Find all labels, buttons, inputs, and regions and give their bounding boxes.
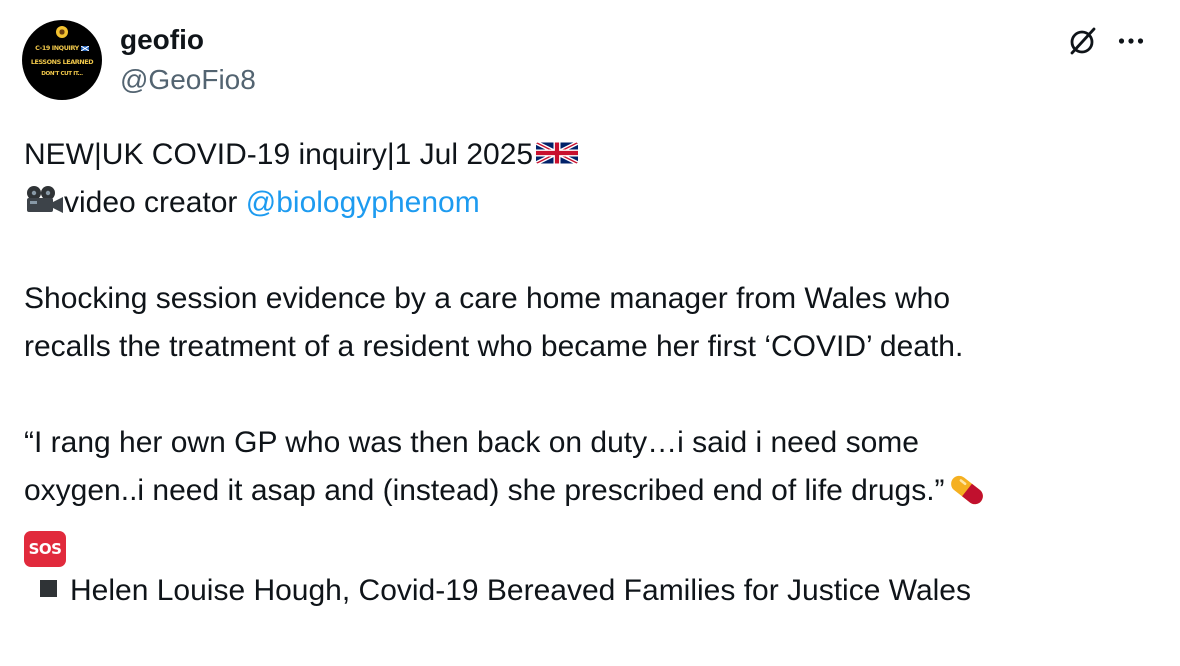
avatar-text-line: DON'T CUT IT... (41, 71, 83, 77)
post-line: recalls the treatment of a resident who … (24, 330, 964, 363)
post-line: Shocking session evidence by a care home… (24, 282, 951, 315)
mention-link[interactable]: @biologyphenom (246, 186, 480, 219)
sos-button-emoji: SOS (24, 531, 66, 567)
pill-emoji (950, 475, 983, 505)
user-handle[interactable]: @GeoFio8 (120, 62, 256, 98)
post-text-segment: Helen Louise Hough, Covid-19 Bereaved Fa… (70, 574, 971, 607)
movie-camera-emoji (27, 186, 63, 213)
more-options-button[interactable] (1114, 26, 1148, 56)
avatar-text-line: LESSONS LEARNED (30, 58, 94, 66)
avatar[interactable]: C-19 INQUIRY LESSONS LEARNED DON'T CUT I… (22, 20, 102, 100)
scotland-flag-icon (80, 45, 89, 51)
post-text-segment: oxygen..i need it asap and (instead) she… (24, 474, 945, 507)
post-line: Helen Louise Hough, Covid-19 Bereaved Fa… (24, 567, 1164, 615)
post-line: oxygen..i need it asap and (instead) she… (24, 467, 1164, 515)
uk-flag-emoji (536, 142, 579, 164)
post-line: video creator @biologyphenom (24, 179, 1164, 227)
display-name[interactable]: geofio (120, 22, 204, 58)
black-square-bullet-icon (40, 580, 57, 597)
grok-button[interactable] (1066, 24, 1100, 58)
post-line: NEW|UK COVID-19 inquiry|1 Jul 2025 (24, 131, 1164, 179)
post-line: SOS (24, 515, 1164, 567)
post-line: “I rang her own GP who was then back on … (24, 426, 919, 459)
sunflower-icon (56, 26, 68, 38)
post-headline: NEW|UK COVID-19 inquiry|1 Jul 2025 (24, 138, 534, 171)
grok-slash-circle-icon (1070, 27, 1096, 55)
post-text: NEW|UK COVID-19 inquiry|1 Jul 2025 video… (24, 131, 1164, 615)
more-horizontal-icon (1118, 38, 1144, 44)
avatar-text-line: C-19 INQUIRY (22, 44, 102, 52)
post-text-segment: video creator (64, 186, 246, 219)
